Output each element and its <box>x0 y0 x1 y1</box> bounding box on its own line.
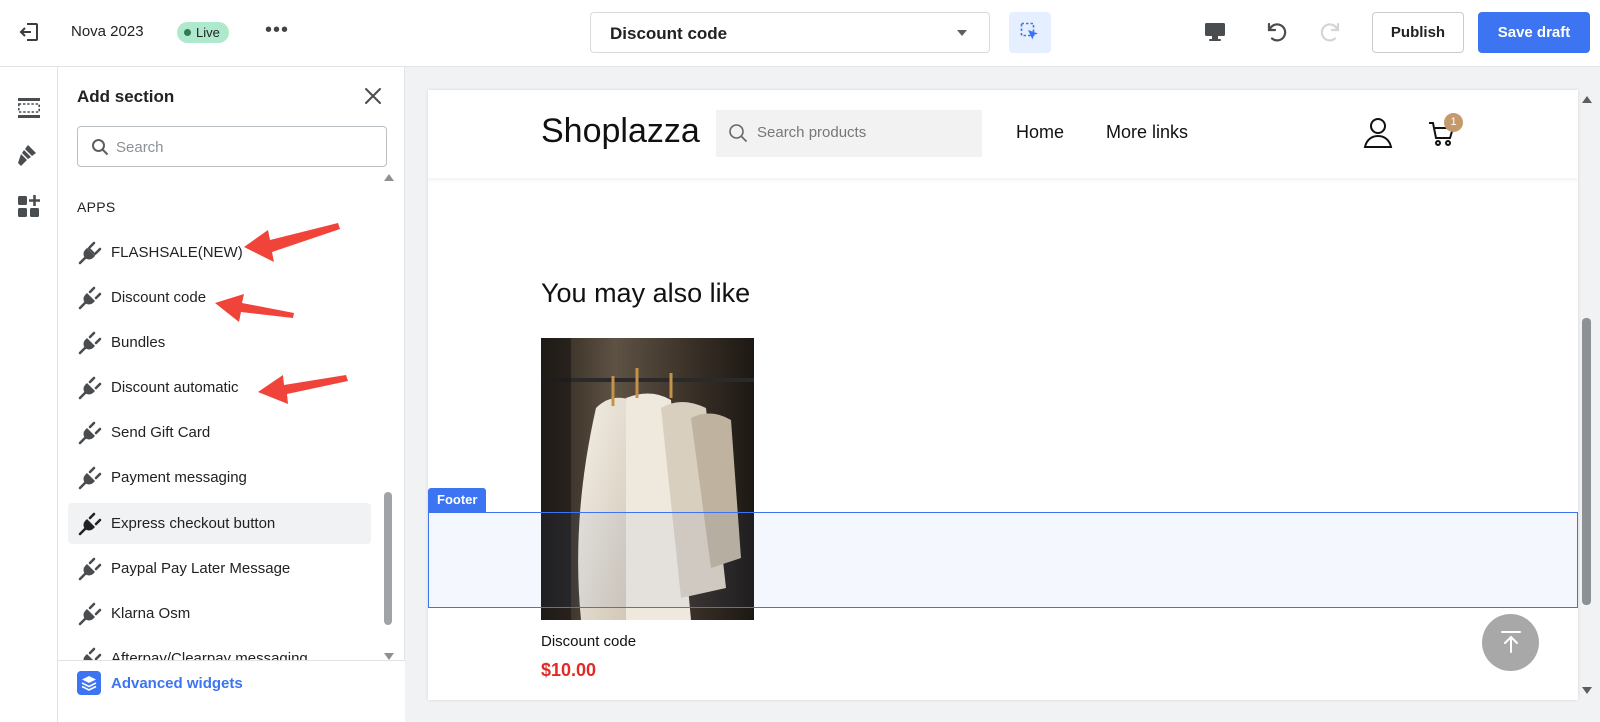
add-widget-icon[interactable] <box>16 193 42 219</box>
store-header[interactable]: Shoplazza Search products Home More link… <box>428 90 1578 178</box>
store-name: Nova 2023 <box>71 23 144 40</box>
app-item-label: Express checkout button <box>111 515 276 532</box>
app-item-klarna-osm[interactable]: Klarna Osm <box>68 593 371 634</box>
footer-section-tag[interactable]: Footer <box>428 488 487 512</box>
plug-icon <box>77 285 103 316</box>
scroll-up-arrow-icon[interactable] <box>384 174 394 181</box>
arrow-up-icon <box>1501 631 1521 653</box>
app-item-label: Send Gift Card <box>111 424 211 441</box>
plug-icon <box>77 330 103 361</box>
live-status-label: Live <box>196 25 220 40</box>
preview-scrollbar[interactable] <box>1579 90 1593 700</box>
select-cursor-icon <box>1020 22 1038 40</box>
cart-count-badge: 1 <box>1444 113 1463 132</box>
search-icon <box>729 124 748 143</box>
search-icon <box>92 139 109 156</box>
plug-icon <box>77 375 103 406</box>
section-search-field[interactable] <box>77 126 387 167</box>
redo-icon[interactable] <box>1318 19 1344 50</box>
preview-scroll-thumb[interactable] <box>1582 318 1591 605</box>
app-item-send-gift-card[interactable]: Send Gift Card <box>68 412 371 453</box>
plug-icon <box>77 511 103 542</box>
app-item-express-checkout-button[interactable]: Express checkout button <box>68 503 371 544</box>
left-icon-rail <box>0 67 58 722</box>
app-item-afterpay-clearpay[interactable]: Afterpay/Clearpay messaging <box>68 638 371 662</box>
app-item-label: Bundles <box>111 334 166 351</box>
publish-button[interactable]: Publish <box>1372 12 1464 53</box>
back-to-top-button[interactable] <box>1482 614 1539 671</box>
app-item-flashsale[interactable]: FLASHSALE(NEW) <box>68 232 371 273</box>
store-search-field[interactable]: Search products <box>716 110 982 157</box>
app-item-label: Paypal Pay Later Message <box>111 560 291 577</box>
app-item-payment-messaging[interactable]: Payment messaging <box>68 457 371 498</box>
sections-icon[interactable] <box>16 95 42 121</box>
scroll-up-arrow-icon[interactable] <box>1582 96 1592 103</box>
more-options-icon[interactable]: ••• <box>264 18 290 46</box>
theme-settings-brush-icon[interactable] <box>16 143 42 169</box>
app-item-label: Klarna Osm <box>111 605 191 622</box>
app-item-discount-code[interactable]: Discount code <box>68 277 371 318</box>
plug-icon <box>77 240 103 271</box>
product-price: $10.00 <box>541 660 597 680</box>
add-section-panel: Add section APPS FLASHSALE(NEW) Discount… <box>58 67 405 722</box>
app-item-discount-automatic[interactable]: Discount automatic <box>68 367 371 408</box>
live-status-badge: Live <box>177 22 229 43</box>
plug-icon <box>77 420 103 451</box>
app-item-label: Discount automatic <box>111 379 239 396</box>
section-heading: You may also like <box>541 278 751 308</box>
panel-scroll-thumb[interactable] <box>384 492 392 625</box>
close-icon[interactable] <box>364 87 382 105</box>
editor-top-bar: Nova 2023 Live ••• Discount code Publish… <box>0 0 1600 67</box>
chevron-down-icon <box>957 30 967 36</box>
app-item-label: FLASHSALE(NEW) <box>111 244 243 261</box>
page-template-select[interactable]: Discount code <box>590 12 990 53</box>
plug-icon <box>77 601 103 632</box>
save-draft-button[interactable]: Save draft <box>1478 12 1590 53</box>
scroll-down-arrow-icon[interactable] <box>1582 687 1592 694</box>
store-search-placeholder: Search products <box>757 124 867 141</box>
undo-icon[interactable] <box>1263 19 1289 50</box>
nav-link-more-links[interactable]: More links <box>1106 122 1188 143</box>
layers-icon <box>77 671 101 695</box>
panel-scrollbar[interactable] <box>382 172 396 662</box>
app-item-label: Payment messaging <box>111 469 247 486</box>
store-preview: Shoplazza Search products Home More link… <box>428 90 1578 700</box>
desktop-view-icon[interactable] <box>1203 20 1227 49</box>
scroll-down-arrow-icon[interactable] <box>384 653 394 660</box>
advanced-widgets-label: Advanced widgets <box>111 675 243 692</box>
section-list: APPS FLASHSALE(NEW) Discount code Bundle… <box>58 177 388 662</box>
product-name[interactable]: Discount code <box>541 633 636 650</box>
app-item-bundles[interactable]: Bundles <box>68 322 371 363</box>
live-dot-icon <box>184 29 191 36</box>
app-item-label: Discount code <box>111 289 207 306</box>
plug-icon <box>77 465 103 496</box>
nav-link-home[interactable]: Home <box>1016 122 1064 143</box>
store-logo[interactable]: Shoplazza <box>541 112 700 151</box>
advanced-widgets-link[interactable]: Advanced widgets <box>58 660 405 722</box>
section-search-input[interactable] <box>116 135 376 159</box>
exit-editor-icon[interactable] <box>18 21 40 43</box>
footer-section-highlight[interactable] <box>428 512 1578 608</box>
page-template-value: Discount code <box>610 24 728 43</box>
app-item-paypal-pay-later[interactable]: Paypal Pay Later Message <box>68 548 371 589</box>
plug-icon <box>77 556 103 587</box>
inspector-toggle-button[interactable] <box>1009 12 1051 53</box>
account-icon[interactable] <box>1363 117 1393 154</box>
apps-group-label: APPS <box>77 199 116 215</box>
panel-title: Add section <box>77 87 175 106</box>
